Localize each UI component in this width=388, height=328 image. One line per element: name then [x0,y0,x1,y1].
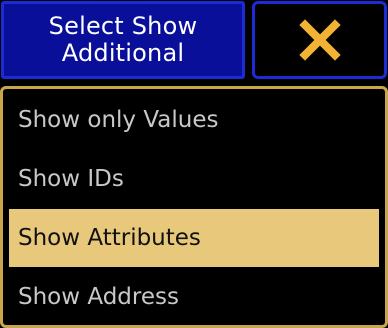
options-list: Show only Values Show IDs Show Attribute… [0,86,388,328]
option-show-only-values[interactable]: Show only Values [9,91,379,149]
option-show-address[interactable]: Show Address [9,268,379,325]
option-show-attributes[interactable]: Show Attributes [9,209,379,267]
option-label: Show Attributes [18,225,201,251]
option-label: Show Address [18,284,179,310]
close-x-icon [298,19,341,61]
popup-title: Select Show Additional [48,12,198,67]
option-label: Show IDs [18,166,124,192]
option-show-ids[interactable]: Show IDs [9,150,379,208]
popup-header: Select Show Additional [0,0,388,86]
option-label: Show only Values [18,107,219,133]
popup-title-box: Select Show Additional [1,1,245,79]
close-button[interactable] [252,1,387,79]
select-show-additional-popup: Select Show Additional Show only Values … [0,0,388,328]
